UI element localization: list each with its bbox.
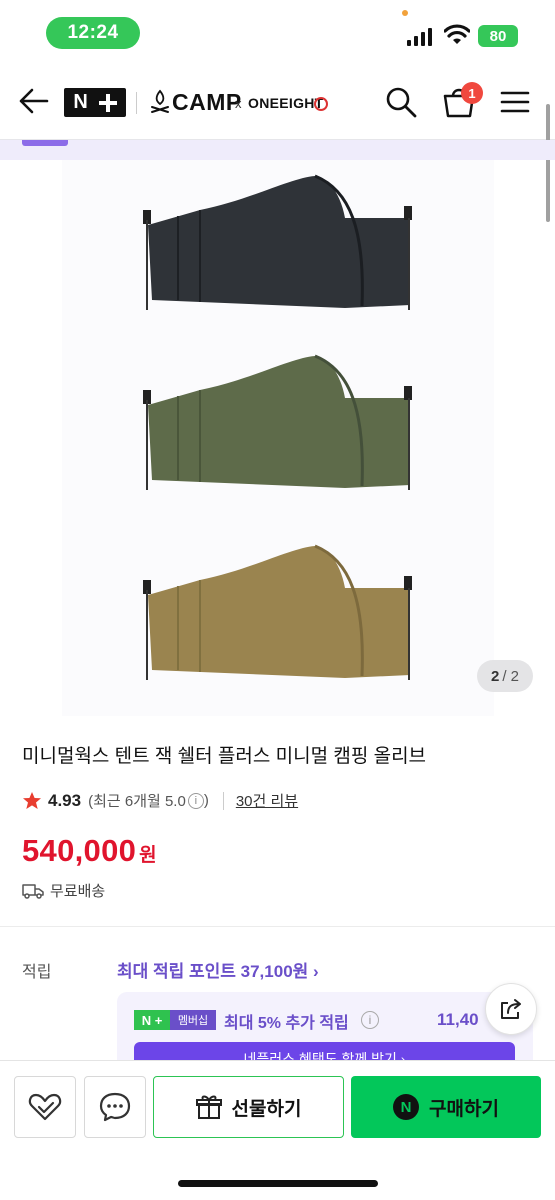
camp-brand-text: CAMP [172, 89, 242, 115]
app-header: N CAMP x ONEEIGHT 1 [0, 62, 555, 140]
review-count-link[interactable]: 30건 리뷰 [236, 790, 298, 811]
nplus-logo-n: N [73, 91, 88, 113]
recent-rating-close: ) [203, 792, 209, 809]
tent-image-olive [143, 354, 412, 490]
oneeight-brand-text: ONEEIGHT [248, 95, 324, 111]
product-title: 미니멀웍스 텐트 잭 쉘터 플러스 미니멀 캠핑 올리브 [22, 746, 427, 767]
hamburger-menu-icon[interactable] [500, 90, 530, 114]
membership-badge: N + 멤버십 [134, 1010, 216, 1030]
bottom-action-bar: 선물하기 N 구매하기 [0, 1060, 555, 1200]
cellular-signal-icon [407, 28, 432, 46]
image-counter: 2 / 2 [477, 660, 533, 692]
cart-count-badge: 1 [461, 82, 483, 104]
rating-row: 4.93 (최근 6개월 5.0 i ) 30건 리뷰 [22, 790, 298, 811]
promo-chip [22, 140, 68, 146]
review-divider [222, 791, 224, 810]
home-indicator[interactable] [178, 1180, 378, 1187]
scrollbar[interactable] [546, 104, 550, 222]
plus-icon [98, 93, 117, 112]
info-icon[interactable]: i [187, 792, 204, 809]
membership-extra-points: 최대 5% 추가 적립 [224, 1015, 349, 1032]
wifi-icon [444, 24, 470, 44]
tent-image-coyote [143, 544, 412, 680]
collab-x: x [235, 96, 242, 111]
wishlist-button[interactable] [14, 1076, 76, 1138]
oneeight-logo-mark [314, 97, 328, 111]
star-icon [23, 791, 41, 809]
price-row: 540,000 원 [22, 833, 157, 869]
status-time: 12:24 [46, 17, 140, 49]
shipping-text: 무료배송 [50, 883, 106, 900]
product-image[interactable] [62, 160, 494, 716]
shipping-row: 무료배송 [22, 880, 105, 901]
info-icon[interactable]: i [361, 1011, 379, 1029]
back-arrow-icon[interactable] [18, 86, 50, 116]
privacy-indicator [402, 10, 408, 16]
chat-bubble-icon [99, 1092, 131, 1122]
max-points-link[interactable]: 최대 적립 포인트 37,100원 › [117, 957, 319, 982]
search-icon[interactable] [385, 86, 417, 118]
buy-button[interactable]: N 구매하기 [351, 1076, 541, 1138]
logo-divider [136, 92, 137, 114]
price-currency: 원 [139, 845, 157, 866]
gift-icon [195, 1095, 222, 1119]
buy-button-label: 구매하기 [429, 1098, 499, 1120]
campfire-icon [151, 89, 169, 113]
product-price: 540,000 [22, 833, 137, 868]
heart-check-icon [28, 1093, 62, 1121]
points-label: 적립 [22, 964, 52, 981]
image-counter-current: 2 [490, 667, 500, 685]
talk-talk-button[interactable] [84, 1076, 146, 1138]
share-icon [501, 999, 521, 1019]
section-divider [0, 926, 555, 927]
status-bar: 12:24 80 [0, 0, 555, 62]
recent-rating: (최근 6개월 5.0 [88, 793, 186, 810]
membership-badge-np: N + [134, 1010, 170, 1030]
share-button[interactable] [485, 983, 537, 1035]
gift-button[interactable]: 선물하기 [153, 1076, 344, 1138]
membership-amount: 11,40 [437, 1010, 479, 1029]
battery-indicator: 80 [478, 25, 518, 47]
naver-pay-icon: N [393, 1094, 420, 1120]
nplus-logo[interactable]: N [64, 88, 126, 117]
tent-image-black [143, 174, 412, 310]
gift-button-label: 선물하기 [231, 1098, 302, 1120]
membership-badge-label: 멤버십 [170, 1010, 216, 1030]
promo-strip[interactable] [0, 140, 555, 160]
truck-icon [22, 883, 44, 899]
image-counter-total: / 2 [502, 667, 520, 685]
rating-score: 4.93 [48, 790, 82, 810]
